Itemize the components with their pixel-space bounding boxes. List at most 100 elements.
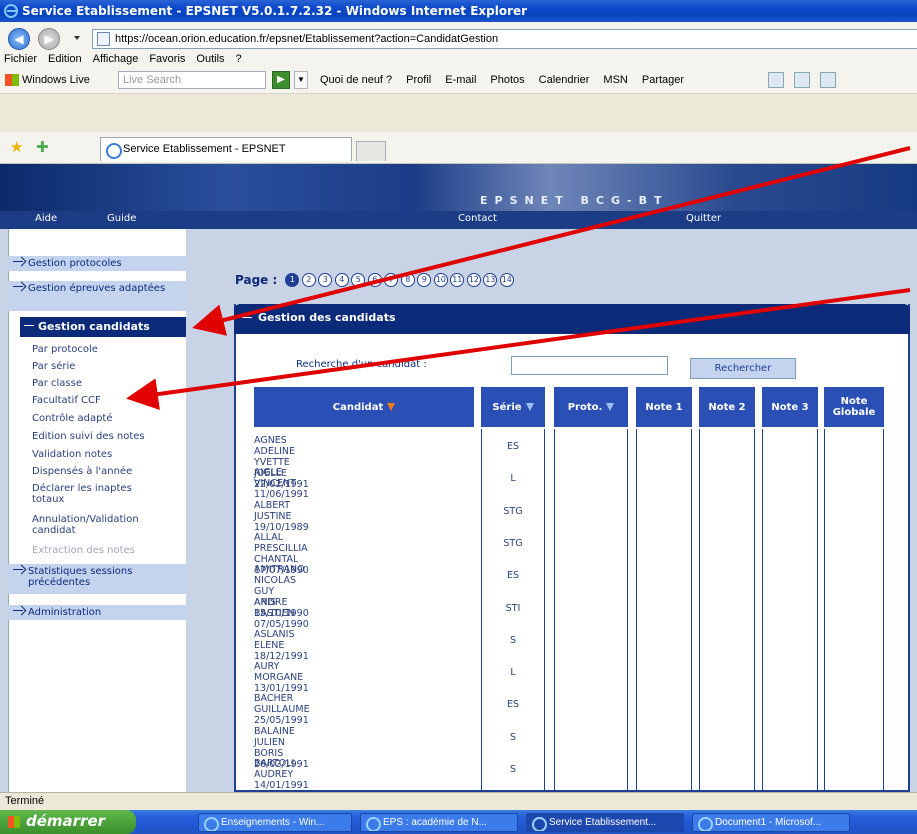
- page-link[interactable]: 1: [285, 273, 300, 287]
- column-note2: [699, 429, 755, 829]
- search-dropdown-icon[interactable]: ▼: [294, 71, 308, 89]
- menu-outils[interactable]: Outils: [196, 53, 224, 65]
- translate-icon[interactable]: [820, 72, 836, 88]
- search-button[interactable]: Rechercher: [690, 358, 796, 379]
- link-calendrier[interactable]: Calendrier: [539, 74, 590, 86]
- task-eps[interactable]: EPS : académie de N...: [360, 813, 518, 832]
- sidebar-subitem-annulation[interactable]: Annulation/Validation candidat: [32, 514, 162, 536]
- sidebar-item-administration[interactable]: Administration: [8, 605, 186, 620]
- candidate-name: ALLAL PRESCILLIA CHANTAL: [254, 531, 308, 565]
- candidate-serie: S: [509, 634, 517, 646]
- page-link[interactable]: 3: [318, 273, 333, 287]
- panel-title: Gestion des candidats: [234, 304, 910, 334]
- page-link[interactable]: 7: [384, 273, 399, 287]
- task-document1[interactable]: Document1 - Microsof...: [692, 813, 850, 832]
- sidebar-subitem-validation-notes[interactable]: Validation notes: [32, 449, 112, 460]
- search-go-button[interactable]: ▶: [272, 71, 290, 89]
- header-label: Série: [492, 401, 522, 413]
- table-row[interactable]: BARTOLI AUDREY 14/01/1991: [254, 758, 309, 791]
- sidebar-item-gestion-epreuves[interactable]: Gestion épreuves adaptées: [8, 281, 186, 311]
- candidate-name: BARTOLI AUDREY: [254, 758, 295, 780]
- task-service-etablissement[interactable]: Service Etablissement...: [526, 813, 684, 832]
- sidebar-subitem-dispenses[interactable]: Dispensés à l'année: [32, 466, 132, 477]
- table-row[interactable]: AURY MORGANE 13/01/1991: [254, 661, 309, 694]
- header-label: Candidat: [332, 401, 384, 413]
- nav-quitter[interactable]: Quitter: [686, 213, 721, 224]
- back-button[interactable]: ◀: [8, 28, 30, 50]
- candidate-name: ASLANIS ELENE: [254, 628, 295, 651]
- mail-icon[interactable]: [794, 72, 810, 88]
- history-dropdown-icon[interactable]: [74, 36, 80, 40]
- candidate-serie: STI: [505, 602, 521, 614]
- start-button[interactable]: démarrer: [0, 810, 136, 834]
- sidebar-item-gestion-protocoles[interactable]: Gestion protocoles: [8, 256, 186, 271]
- page-link[interactable]: 5: [351, 273, 366, 287]
- table-row[interactable]: ALBERT JUSTINE 19/10/1989: [254, 500, 309, 533]
- sidebar-subitem-controle-adapte[interactable]: Contrôle adapté: [32, 413, 113, 424]
- forward-button[interactable]: ▶: [38, 28, 60, 50]
- menu-fichier[interactable]: Fichier: [4, 53, 37, 65]
- sidebar-subitem-facultatif-ccf[interactable]: Facultatif CCF: [32, 395, 101, 406]
- table-row[interactable]: AIGLE VINCENT 11/06/1991: [254, 467, 309, 500]
- live-search-input[interactable]: Live Search: [118, 71, 266, 89]
- menu-favoris[interactable]: Favoris: [149, 53, 185, 65]
- menu-edition[interactable]: Edition: [48, 53, 82, 65]
- menu-help[interactable]: ?: [236, 53, 242, 65]
- candidate-name: AURY MORGANE: [254, 661, 304, 684]
- header-note1: Note 1: [636, 387, 692, 427]
- page-link[interactable]: 2: [301, 273, 316, 287]
- windows-live-label[interactable]: Windows Live: [22, 74, 90, 86]
- page-link[interactable]: 11: [450, 273, 465, 287]
- link-msn[interactable]: MSN: [603, 74, 627, 86]
- sidebar-subitem-par-protocole[interactable]: Par protocole: [32, 344, 98, 355]
- link-quoi-de-neuf[interactable]: Quoi de neuf ?: [320, 74, 392, 86]
- sidebar-item-gestion-candidats[interactable]: Gestion candidats: [20, 317, 186, 337]
- link-email[interactable]: E-mail: [445, 74, 476, 86]
- favorites-star-icon[interactable]: ★: [10, 138, 23, 156]
- status-bar: Terminé: [0, 792, 917, 810]
- page-link[interactable]: 14: [499, 273, 514, 287]
- share-icon[interactable]: [768, 72, 784, 88]
- nav-contact[interactable]: Contact: [458, 213, 497, 224]
- nav-aide[interactable]: Aide: [35, 213, 57, 224]
- page-link[interactable]: 12: [466, 273, 481, 287]
- header-serie[interactable]: Série: [481, 387, 545, 427]
- page-link[interactable]: 9: [417, 273, 432, 287]
- page-link[interactable]: 4: [334, 273, 349, 287]
- tab-service-etablissement[interactable]: Service Etablissement - EPSNET V5.0.1.7.…: [100, 137, 352, 177]
- candidate-search-input[interactable]: [511, 356, 668, 375]
- link-partager[interactable]: Partager: [642, 74, 684, 86]
- new-tab-button[interactable]: [356, 141, 386, 161]
- page-link[interactable]: 6: [367, 273, 382, 287]
- header-candidat[interactable]: Candidat: [254, 387, 474, 427]
- candidate-serie: S: [509, 764, 517, 775]
- candidate-serie: L: [510, 473, 516, 485]
- menu-affichage[interactable]: Affichage: [93, 53, 139, 65]
- table-row[interactable]: BACHER GUILLAUME 25/05/1991: [254, 693, 310, 726]
- windows-live-icon: [5, 74, 19, 86]
- sidebar-subitem-inaptes[interactable]: Déclarer les inaptes totaux: [32, 483, 152, 505]
- link-profil[interactable]: Profil: [406, 74, 431, 86]
- page-link[interactable]: 10: [433, 273, 448, 287]
- link-photos[interactable]: Photos: [490, 74, 524, 86]
- header-proto[interactable]: Proto.: [554, 387, 628, 427]
- sidebar-subitem-par-classe[interactable]: Par classe: [32, 378, 82, 389]
- table-row[interactable]: ASLANIS ELENE 18/12/1991: [254, 629, 309, 662]
- address-input[interactable]: https://ocean.orion.education.fr/epsnet/…: [92, 29, 917, 49]
- pager: Page : 1 2 3 4 5 6 7 8 9 10 11 12 13 14: [235, 273, 516, 287]
- candidate-serie: ES: [506, 570, 520, 582]
- ie-icon: [4, 4, 18, 18]
- taskbar: démarrer Enseignements - Win... EPS : ac…: [0, 810, 917, 834]
- table-row[interactable]: ARIS BASTIEN 07/05/1990: [254, 597, 309, 630]
- candidate-serie: S: [509, 731, 517, 743]
- column-note1: [636, 429, 692, 829]
- column-proto: [554, 429, 628, 829]
- sidebar-subitem-par-serie[interactable]: Par série: [32, 361, 75, 372]
- page-link[interactable]: 13: [483, 273, 498, 287]
- sidebar-subitem-edition-suivi[interactable]: Edition suivi des notes: [32, 431, 145, 442]
- sidebar-item-statistiques[interactable]: Statistiques sessions précédentes: [8, 564, 186, 594]
- nav-guide[interactable]: Guide: [107, 213, 136, 224]
- page-link[interactable]: 8: [400, 273, 415, 287]
- task-enseignements[interactable]: Enseignements - Win...: [198, 813, 352, 832]
- add-favorite-icon[interactable]: ✚: [36, 138, 49, 156]
